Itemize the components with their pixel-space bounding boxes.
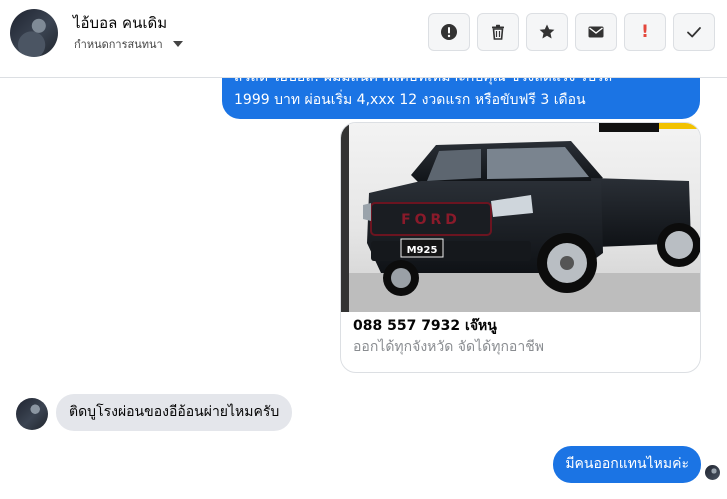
card-title: 088 557 7932 เจ๊หนู (353, 318, 497, 334)
check-icon (687, 27, 701, 38)
plate-text: M925 (407, 245, 438, 256)
trash-icon (492, 24, 504, 40)
incoming-message: ติดบูโรงผ่อนของอีอ้อนผ่ายไหมครับ (56, 394, 293, 431)
product-card[interactable]: FORD M925 088 557 7932 เจ๊หนู ออกได้ทุกจ… (340, 122, 701, 373)
card-subtitle: ออกได้ทุกจังหวัด จัดได้ทุกอาชีพ (353, 339, 544, 355)
star-icon (539, 24, 555, 39)
exclamation-icon: ! (641, 22, 649, 42)
chevron-down-icon (172, 41, 183, 47)
sender-avatar (16, 398, 48, 430)
contact-avatar[interactable] (10, 9, 58, 57)
done-button[interactable] (673, 13, 715, 51)
mark-unread-button[interactable] (575, 13, 617, 51)
envelope-icon (588, 26, 604, 38)
seen-avatar (705, 465, 720, 480)
assign-conversation[interactable]: กำหนดการสนทนา (74, 35, 183, 53)
outgoing-message: มีคนออกแทนไหมค่ะ (553, 446, 701, 483)
important-button[interactable]: ! (624, 13, 666, 51)
delete-button[interactable] (477, 13, 519, 51)
truck-photo: FORD M925 (341, 123, 700, 312)
header-actions: ! (428, 13, 715, 51)
assign-label: กำหนดการสนทนา (74, 38, 163, 51)
exclamation-circle-icon (441, 24, 457, 40)
svg-text:FORD: FORD (401, 212, 461, 228)
report-button[interactable] (428, 13, 470, 51)
message-text-line-2: 1999 บาท ผ่อนเริ่ม 4,xxx 12 งวดแรก หรือข… (234, 92, 586, 108)
conversation-header: ไอ้บอล คนเดิม กำหนดการสนทนา ! (0, 0, 727, 78)
star-button[interactable] (526, 13, 568, 51)
contact-name[interactable]: ไอ้บอล คนเดิม (73, 11, 167, 35)
